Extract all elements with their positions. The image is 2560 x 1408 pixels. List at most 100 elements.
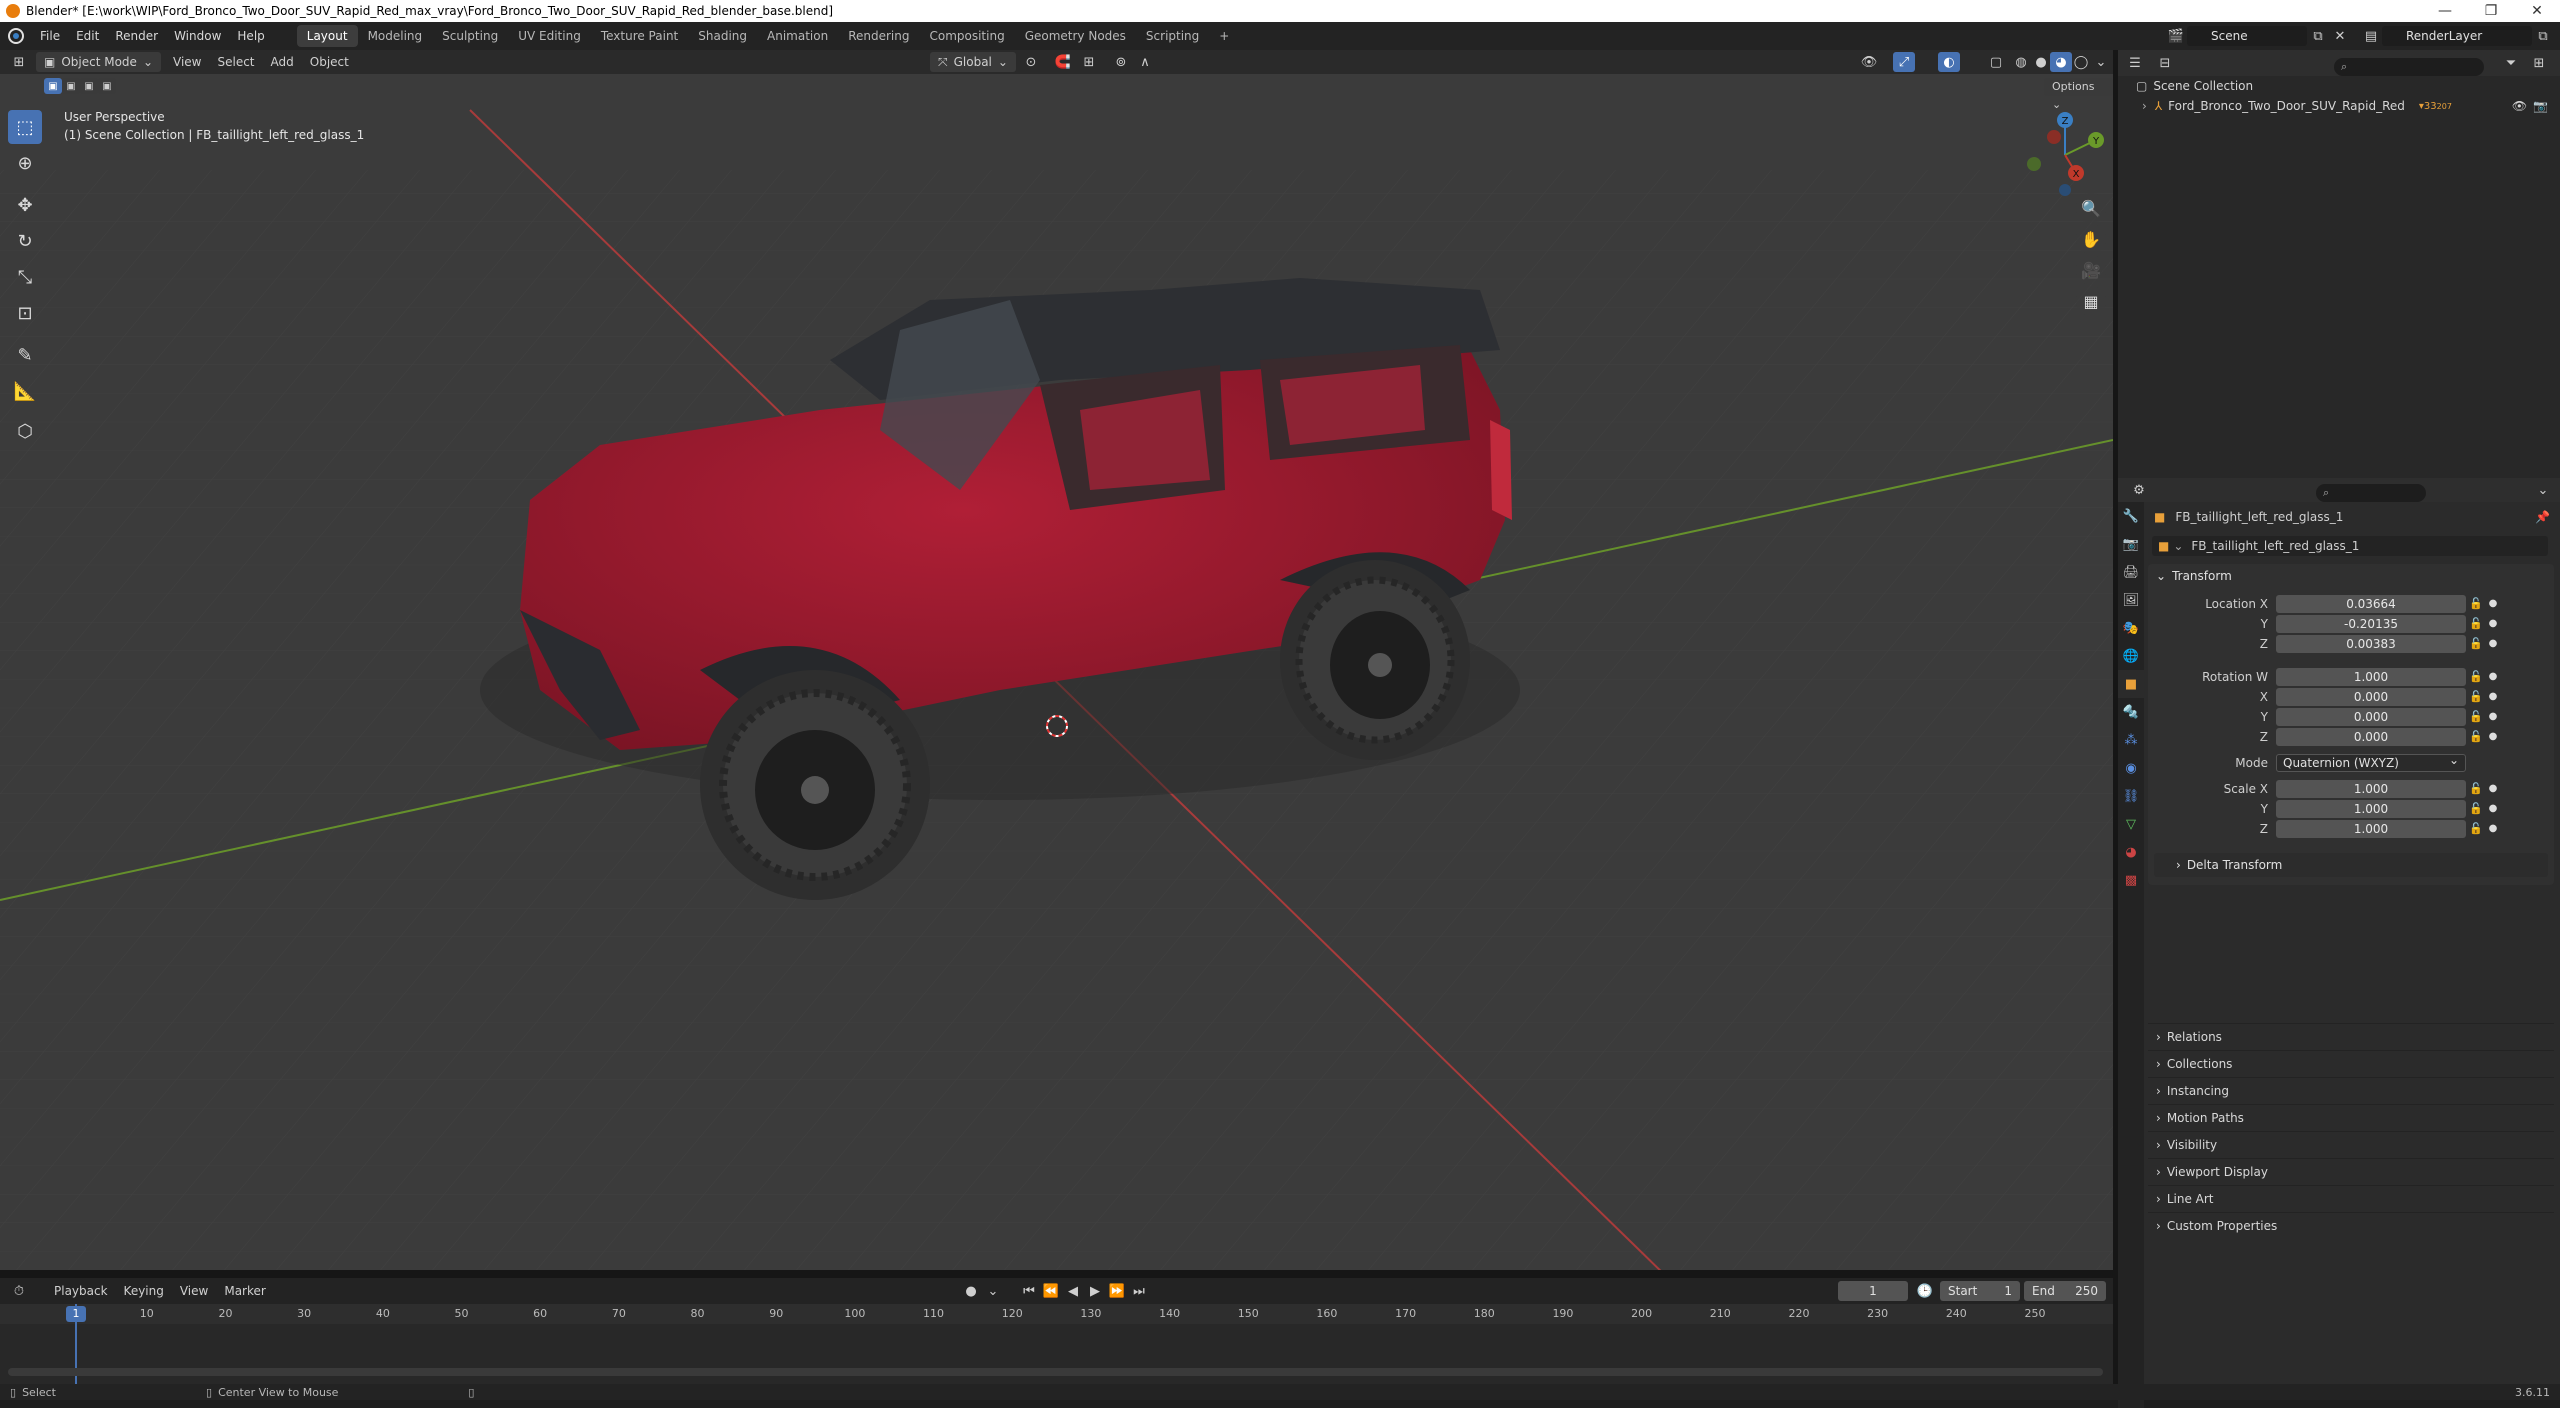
menu-window[interactable]: Window [166,22,229,50]
instancing-section[interactable]: › Instancing [2148,1077,2554,1104]
new-view-layer-icon[interactable]: ⧉ [2532,26,2554,46]
line-art-section[interactable]: › Line Art [2148,1185,2554,1212]
transform-orientation[interactable]: ⤧ Global ⌄ [930,52,1016,72]
end-frame-field[interactable]: End 250 [2024,1281,2106,1301]
snap-target-icon[interactable]: ⊞ [1078,52,1100,72]
properties-options-icon[interactable]: ⌄ [2532,480,2554,500]
timeline-editor-type-icon[interactable]: ⏱ [8,1281,30,1301]
material-tab-icon[interactable]: ◕ [2118,838,2144,866]
viewport-menu-add[interactable]: Add [263,52,302,72]
play-icon[interactable]: ▶ [1084,1281,1106,1301]
jump-end-icon[interactable]: ⏭ [1128,1281,1150,1301]
keyframe-dot-icon[interactable]: ● [2486,638,2500,649]
location-x-field[interactable]: 0.03664 [2276,594,2466,613]
viewport-menu-select[interactable]: Select [209,52,262,72]
clock-icon[interactable]: 🕒 [1914,1281,1936,1301]
start-frame-field[interactable]: Start 1 [1940,1281,2020,1301]
tab-uv-editing[interactable]: UV Editing [508,25,591,47]
add-cube-tool-icon[interactable]: ⬡ [8,414,42,448]
solid-shading-icon[interactable]: ● [2030,52,2052,72]
viewport-menu-object[interactable]: Object [302,52,357,72]
area-divider-vertical[interactable] [2113,50,2118,1384]
lock-icon[interactable]: 🔓 [2466,802,2486,815]
tab-shading[interactable]: Shading [688,25,757,47]
keyframe-dot-icon[interactable]: ● [2486,823,2500,834]
outliner-scene-collection[interactable]: ▢ Scene Collection [2136,76,2253,96]
select-extend-icon[interactable]: ▣ [62,78,80,94]
timeline-scrollbar[interactable] [8,1368,2103,1376]
maximize-button[interactable]: ❐ [2468,3,2514,19]
viewport-menu-view[interactable]: View [165,52,209,72]
lock-icon[interactable]: 🔓 [2466,670,2486,683]
lock-icon[interactable]: 🔓 [2466,730,2486,743]
proportional-edit-icon[interactable]: ⊚ [1110,52,1132,72]
select-new-icon[interactable]: ▣ [44,78,62,94]
outliner-editor-type-icon[interactable]: ☰ [2124,53,2146,73]
timeline-editor[interactable]: ⏱ Playback Keying View Marker ● ⌄ ⏮ ⏪ ◀ … [0,1278,2113,1384]
properties-editor[interactable]: ⚙ ⌄ 🔧 📷 🖨 🖼 🎭 🌐 ■ 🔩 ⁂ ◉ ⛓ ▽ ◕ ▩ ■ FB_tai… [2118,478,2560,1408]
tab-animation[interactable]: Animation [757,25,838,47]
tab-texture-paint[interactable]: Texture Paint [591,25,688,47]
xray-icon[interactable]: ▢ [1985,52,2007,72]
view-layer-tab-icon[interactable]: 🖼 [2118,586,2144,614]
output-tab-icon[interactable]: 🖨 [2118,558,2144,586]
snap-icon[interactable]: 🧲 [1052,52,1074,72]
camera-view-icon[interactable]: 🎥 [2076,255,2106,285]
constraints-tab-icon[interactable]: ⛓ [2118,782,2144,810]
lock-icon[interactable]: 🔓 [2466,690,2486,703]
mode-selector[interactable]: ▣ Object Mode ⌄ [36,52,161,72]
world-tab-icon[interactable]: 🌐 [2118,642,2144,670]
pin-icon[interactable]: 📌 [2535,510,2550,524]
render-tab-icon[interactable]: 📷 [2118,530,2144,558]
outliner-search-input[interactable] [2334,58,2484,76]
menu-render[interactable]: Render [107,22,166,50]
lock-icon[interactable]: 🔓 [2466,597,2486,610]
display-mode-icon[interactable]: ⊟ [2154,53,2176,73]
cursor-tool-icon[interactable]: ⊕ [8,146,42,180]
location-y-field[interactable]: -0.20135 [2276,614,2466,633]
tab-scripting[interactable]: Scripting [1136,25,1209,47]
measure-tool-icon[interactable]: 📐 [8,374,42,408]
keyframe-dot-icon[interactable]: ● [2486,691,2500,702]
record-icon[interactable]: ● [960,1281,982,1301]
tab-geometry-nodes[interactable]: Geometry Nodes [1015,25,1136,47]
zoom-icon[interactable]: 🔍 [2076,193,2106,223]
viewport-display-section[interactable]: › Viewport Display [2148,1158,2554,1185]
falloff-icon[interactable]: ∧ [1134,52,1156,72]
outliner-item-ford-bronco[interactable]: › ⅄ Ford_Bronco_Two_Door_SUV_Rapid_Red ▾… [2142,96,2552,116]
timeline-menu-marker[interactable]: Marker [216,1281,273,1301]
select-box-tool-icon[interactable]: ⬚ [8,110,42,144]
scene-tab-icon[interactable]: 🎭 [2118,614,2144,642]
tab-layout[interactable]: Layout [296,25,358,47]
lock-icon[interactable]: 🔓 [2466,710,2486,723]
timeline-menu-keying[interactable]: Keying [116,1281,172,1301]
object-datablock-field[interactable]: ■ ⌄ FB_taillight_left_red_glass_1 [2152,536,2548,556]
overlay-toggle-icon[interactable]: ◐ [1938,52,1960,72]
transform-panel-header[interactable]: ⌄ Transform [2148,564,2554,588]
lock-icon[interactable]: 🔓 [2466,637,2486,650]
rotation-x-field[interactable]: 0.000 [2276,687,2466,706]
timeline-menu-playback[interactable]: Playback [46,1281,116,1301]
properties-search-input[interactable] [2316,484,2426,502]
scale-x-field[interactable]: 1.000 [2276,779,2466,798]
view-layer-icon[interactable]: ▤ [2360,26,2382,46]
scene-icon[interactable]: 🎬 [2165,26,2187,46]
scale-tool-icon[interactable]: ⤡ [8,260,42,294]
lock-icon[interactable]: 🔓 [2466,822,2486,835]
render-camera-icon[interactable]: 📷 [2533,99,2548,113]
keyframe-dot-icon[interactable]: ● [2486,783,2500,794]
delta-transform-header[interactable]: › Delta Transform [2154,853,2548,877]
view-layer-selector[interactable]: RenderLayer [2382,26,2532,46]
menu-edit[interactable]: Edit [68,22,107,50]
editor-type-icon[interactable]: ⊞ [8,52,30,72]
collections-section[interactable]: › Collections [2148,1050,2554,1077]
properties-editor-type-icon[interactable]: ⚙ [2128,480,2150,500]
new-collection-icon[interactable]: ⊞ [2528,53,2550,73]
select-intersect-icon[interactable]: ▣ [98,78,116,94]
keyframe-dot-icon[interactable]: ● [2486,731,2500,742]
close-button[interactable]: ✕ [2514,3,2560,19]
move-tool-icon[interactable]: ✥ [8,188,42,222]
prev-keyframe-icon[interactable]: ⏪ [1040,1281,1062,1301]
keying-options-icon[interactable]: ⌄ [982,1281,1004,1301]
motion-paths-section[interactable]: › Motion Paths [2148,1104,2554,1131]
